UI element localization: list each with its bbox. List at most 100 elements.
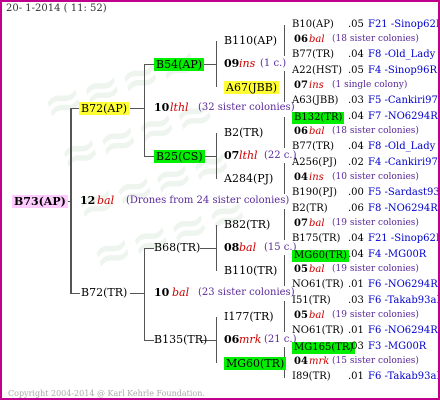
gen4-drone-count: 05 [294,264,308,275]
gen4-drone-count: 04 [294,356,308,367]
gen4-drone-count: 07 [294,80,308,91]
connector [130,293,144,294]
gen2-queen: B54(AP) [154,58,205,71]
gen4-drone-tag: bal [309,126,325,137]
gen4-value: .00 [348,187,364,198]
connector [284,163,285,194]
pedigree-chart: ≈≈≈≈ ≈≈≈≈ ≈≈≈≈ ≈≈≈≈ 20- 1-2014 ( 11: 52) B7… [0,0,440,400]
gen4-queen: B77(TR) [292,49,335,60]
gen1-drone-count: 10 [154,101,170,114]
gen4-code: F8 -NO6294R [368,203,438,214]
gen4-value: .01 [348,371,364,382]
gen4-drone-tag: ins [309,172,324,183]
connector [284,255,285,286]
connector [200,248,216,249]
connector [144,64,154,65]
gen4-drone-count: 06 [294,34,308,45]
gen4-code: F8 -Old_Lady [368,141,436,152]
gen2-queen: B68(TR) [154,241,201,254]
gen4-value: .03 [348,341,364,352]
connector [284,71,285,102]
gen1-drone-note: (23 sister colonies) [198,287,295,298]
gen4-code: F5 -Cankiri97Q [368,95,440,106]
gen4-code: F21 -Sinop62R [368,19,440,30]
gen2-drone-count: 06 [224,333,240,346]
connector [216,317,217,363]
gen2-drone-tag: mrk [239,333,262,346]
gen4-queen: B77(TR) [292,141,335,152]
gen4-value: .01 [348,279,364,290]
gen4-queen: A63(JBB) [292,95,339,106]
connector [144,64,145,156]
gen4-value: .03 [348,95,364,106]
gen4-queen: B132(TR) [292,112,345,124]
gen4-drone-tag: bal [309,310,325,321]
gen2-drone-tag: lthl [239,149,258,162]
root-drone-note: (Drones from 24 sister colonies) [126,195,290,206]
gen4-drone-note: (19 sister colonies) [332,310,419,320]
connector [144,340,154,341]
gen4-drone-count: 04 [294,172,308,183]
gen3-queen: B110(TR) [224,264,278,277]
gen4-drone-tag: mrk [309,356,330,367]
gen4-drone-count: 06 [294,126,308,137]
gen1-drone-tag: bal [172,286,190,299]
gen4-queen: I51(TR) [292,295,331,306]
gen4-queen: B2(TR) [292,203,328,214]
gen4-queen: NO61(TR) [292,279,344,290]
gen4-drone-tag: bal [309,34,325,45]
gen2-queen: B135(TR) [154,333,208,346]
gen4-drone-tag: bal [309,264,325,275]
copyright: Copyright 2004-2014 @ Karl Kehrle Founda… [8,389,205,398]
gen4-code: F7 -NO6294R [368,111,438,122]
gen4-drone-tag: bal [309,218,325,229]
gen4-value: .02 [348,157,364,168]
gen1-drone-note: (32 sister colonies) [198,102,295,113]
gen4-drone-note: (19 sister colonies) [332,264,419,274]
gen1-drone-count: 10 [154,286,170,299]
gen4-value: .04 [348,141,364,152]
gen4-code: F21 -Sinop62R [368,233,440,244]
connector [144,248,154,249]
gen4-value: .04 [348,233,364,244]
gen1-queen: B72(AP) [79,102,130,115]
gen4-queen: B10(AP) [292,19,334,30]
gen4-code: F3 -MG00R [368,341,427,352]
gen4-code: F6 -NO6294R [368,325,438,336]
date-stamp: 20- 1-2014 ( 11: 52) [6,3,107,14]
gen4-drone-count: 07 [294,218,308,229]
gen4-value: .03 [348,295,364,306]
gen4-drone-note: (15 sister colonies) [332,356,419,366]
connector [216,133,217,179]
gen3-queen: I177(TR) [224,310,274,323]
gen4-value: .04 [348,249,364,260]
connector [144,248,145,340]
gen4-queen: A22(HST) [292,65,342,76]
gen3-queen: B2(TR) [224,126,264,139]
gen4-queen: NO61(TR) [292,325,344,336]
gen4-drone-note: (1 single colony) [332,80,408,90]
gen4-code: F5 -Sardast93R [368,187,440,198]
connector [144,156,154,157]
gen4-value: .05 [348,65,364,76]
gen4-code: F6 -Takab93aR [368,295,440,306]
gen4-queen: MG165(TR) [292,342,356,354]
connector [216,41,217,87]
gen3-queen: B110(AP) [224,34,278,47]
gen3-queen: MG60(TR) [224,357,287,370]
gen4-drone-note: (18 sister colonies) [332,34,419,44]
gen3-queen: A284(PJ) [224,172,274,185]
gen3-queen: A67(JBB) [224,81,280,94]
gen4-queen: B175(TR) [292,233,341,244]
gen2-drone-note: (1 c.) [260,58,287,69]
gen4-code: F4 -Cankiri97Q [368,157,440,168]
gen4-drone-note: (18 sister colonies) [332,126,419,136]
gen4-drone-count: 05 [294,310,308,321]
gen4-code: F6 -NO6294R [368,279,438,290]
gen4-code: F4 -MG00R [368,249,427,260]
gen4-queen: B190(PJ) [292,187,337,198]
gen2-drone-count: 08 [224,241,240,254]
gen2-drone-count: 07 [224,149,240,162]
gen4-value: .01 [348,325,364,336]
gen4-queen: I89(TR) [292,371,331,382]
